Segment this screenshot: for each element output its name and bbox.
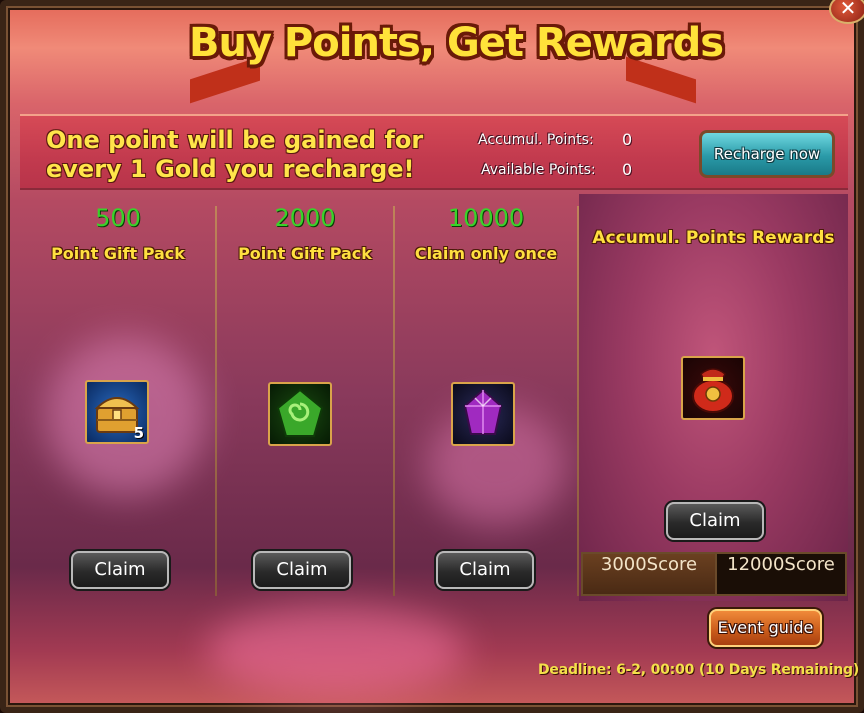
info-bar: One point will be gained for every 1 Gol… — [20, 114, 848, 190]
available-points-value: 0 — [622, 160, 633, 179]
points-required: 10000 — [447, 204, 525, 232]
available-points-label: Available Points: — [481, 162, 596, 178]
green-jade-icon[interactable] — [268, 382, 332, 446]
background-glow — [206, 606, 466, 696]
reward-column-10000: 10000 Claim only once Claim — [395, 194, 577, 601]
purple-crystal-icon[interactable] — [451, 382, 515, 446]
deadline-text: Deadline: 6-2, 00:00 (10 Days Remaining) — [538, 662, 860, 678]
accumul-points-value: 0 — [622, 130, 633, 149]
window-title: Buy Points, Get Rewards — [188, 20, 724, 66]
claim-button[interactable]: Claim — [253, 551, 351, 589]
claim-button[interactable]: Claim — [71, 551, 169, 589]
reward-label: Point Gift Pack — [238, 244, 372, 263]
accumul-rewards-panel: Accumul. Points Rewards Claim 3000Score … — [579, 194, 848, 601]
reward-column-500: 500 Point Gift Pack 5 Claim — [20, 194, 216, 601]
reward-label: Claim only once — [414, 244, 558, 263]
item-count: 5 — [133, 424, 144, 442]
recharge-info-text: One point will be gained for every 1 Gol… — [46, 126, 423, 184]
event-guide-button[interactable]: Event guide — [709, 609, 822, 647]
accumul-claim-button[interactable]: Claim — [666, 502, 764, 540]
accumul-points-label: Accumul. Points: — [478, 132, 594, 148]
info-line-2: every 1 Gold you recharge! — [46, 155, 415, 183]
red-lucky-bag-icon[interactable] — [681, 356, 745, 420]
score-tab-12000[interactable]: 12000Score — [715, 554, 845, 594]
reward-label: Point Gift Pack — [51, 244, 185, 263]
claim-button[interactable]: Claim — [436, 551, 534, 589]
info-line-1: One point will be gained for — [46, 126, 424, 154]
reward-column-2000: 2000 Point Gift Pack Claim — [217, 194, 393, 601]
points-required: 500 — [95, 204, 141, 232]
treasure-chest-icon[interactable]: 5 — [85, 380, 149, 444]
score-tabs: 3000Score 12000Score — [581, 552, 847, 596]
points-required: 2000 — [274, 204, 336, 232]
event-window: Buy Points, Get Rewards One point will b… — [0, 0, 864, 713]
score-tab-3000[interactable]: 3000Score — [583, 554, 715, 594]
accumul-rewards-title: Accumul. Points Rewards — [592, 228, 835, 248]
recharge-now-button[interactable]: Recharge now — [699, 130, 835, 178]
